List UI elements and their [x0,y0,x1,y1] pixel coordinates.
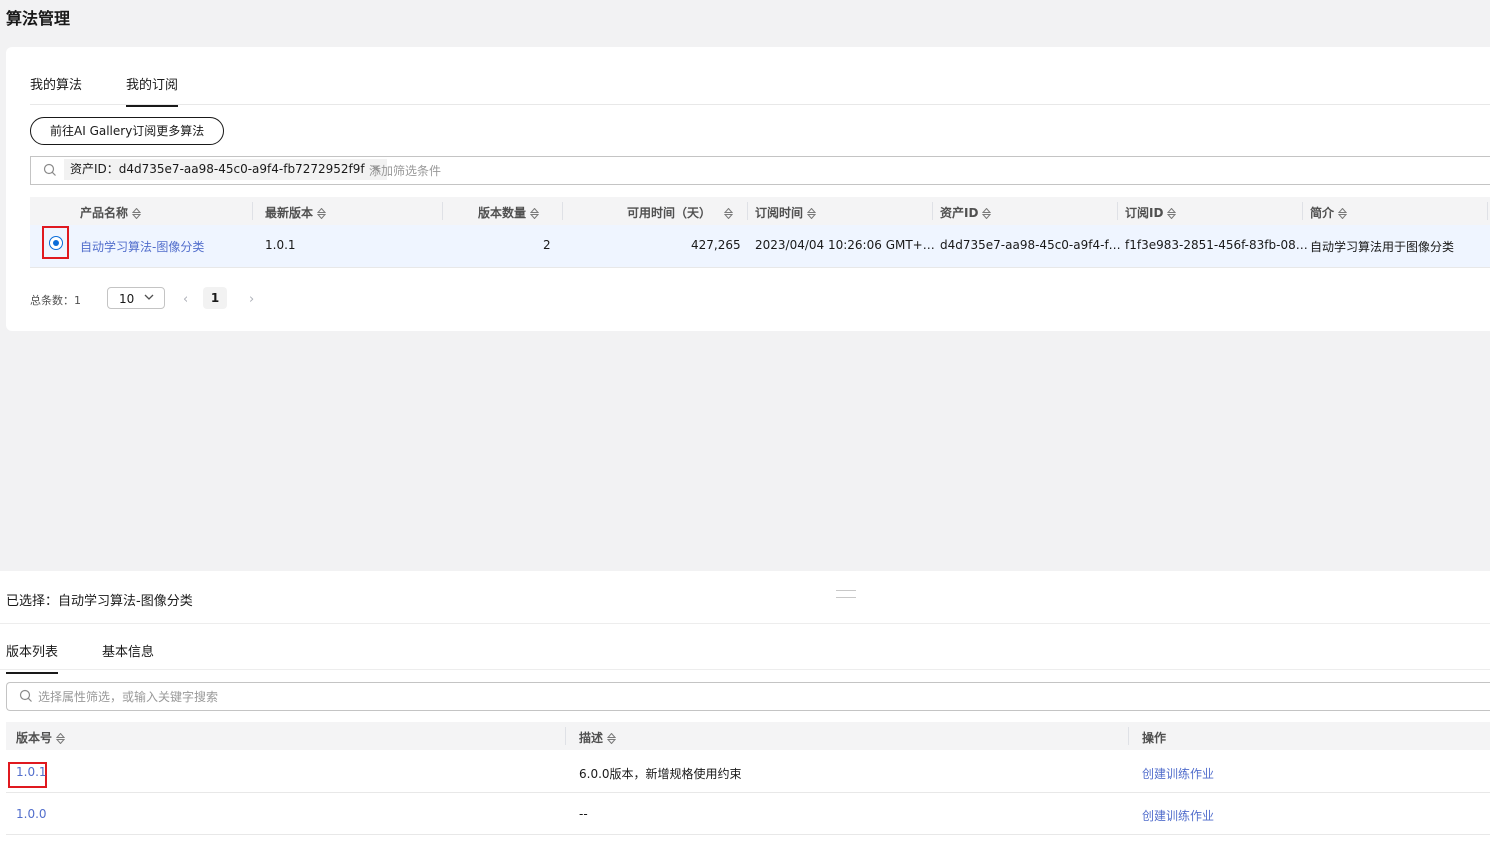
column-header[interactable]: 最新版本 [265,204,327,221]
detail-panel: 已选择：自动学习算法-图像分类 版本列表 基本信息 选择属性筛选，或输入关键字搜… [0,571,1490,857]
total-count: 总条数：1 [30,294,81,307]
page-size-select[interactable]: 10 [107,287,165,309]
tab-my-subscriptions[interactable]: 我的订阅 [126,74,179,107]
sort-icon [1338,208,1348,219]
column-header[interactable]: 描述 [579,729,617,746]
chevron-down-icon [144,294,154,300]
search-icon [19,689,33,706]
create-training-job-link[interactable]: 创建训练作业 [1142,807,1214,824]
drag-handle-icon[interactable] [836,590,856,598]
subscribe-time: 2023/04/04 10:26:06 GMT+… [755,238,935,252]
intro: 自动学习算法用于图像分类 [1310,240,1455,254]
asset-id: d4d735e7-aa98-45c0-a9f4-f… [940,238,1121,252]
column-header[interactable]: 订阅时间 [755,204,817,221]
search-placeholder: 选择属性筛选，或输入关键字搜索 [38,690,219,704]
tab-version-list[interactable]: 版本列表 [6,641,59,674]
sort-icon [607,733,617,744]
latest-version: 1.0.1 [265,238,296,252]
version-table-header: 版本号 描述 操作 [6,722,1490,750]
search-icon [43,163,57,180]
page-title: 算法管理 [6,9,71,28]
version-link[interactable]: 1.0.0 [16,807,47,821]
sort-icon [807,208,817,219]
column-header[interactable]: 版本数量 [478,204,540,221]
filter-chip: 资产ID：d4d735e7-aa98-45c0-a9f4-fb7272952f9… [64,159,387,180]
version-desc: -- [579,807,588,821]
sort-icon [982,208,992,219]
table-row: 1.0.0 -- 创建训练作业 [6,793,1490,835]
column-header[interactable]: 订阅ID [1125,204,1177,221]
sort-icon [1167,208,1177,219]
table-row: 1.0.1 6.0.0版本，新增规格使用约束 创建训练作业 [6,751,1490,793]
row-radio[interactable] [49,236,63,250]
column-header[interactable]: 资产ID [940,204,992,221]
highlight-box [42,226,69,259]
subscription-id: f1f3e983-2851-456f-83fb-08… [1125,238,1308,252]
subscription-card: 我的算法 我的订阅 前往AI Gallery订阅更多算法 资产ID：d4d735… [6,47,1490,331]
version-desc: 6.0.0版本，新增规格使用约束 [579,767,742,781]
column-header: 操作 [1142,731,1167,745]
column-header[interactable]: 简介 [1310,204,1348,221]
next-page-icon[interactable]: › [249,292,254,307]
version-count: 2 [543,238,551,252]
product-name-link[interactable]: 自动学习算法-图像分类 [80,238,204,255]
current-page[interactable]: 1 [203,287,227,309]
sort-icon [317,208,327,219]
sort-icon [132,208,142,219]
tab-basic-info[interactable]: 基本信息 [102,641,154,672]
tab-bar: 我的算法 我的订阅 [30,47,1490,107]
sort-icon [724,208,734,219]
prev-page-icon[interactable]: ‹ [183,292,188,307]
available-days: 427,265 [691,238,741,252]
table-row[interactable]: 自动学习算法-图像分类 1.0.1 2 427,265 2023/04/04 1… [30,225,1490,268]
page-size-value: 10 [119,292,135,306]
detail-tab-bar: 版本列表 基本信息 [0,623,1490,674]
selected-label: 已选择：自动学习算法-图像分类 [6,594,193,609]
filter-placeholder[interactable]: 添加筛选条件 [369,162,441,179]
sort-icon [56,733,66,744]
column-header[interactable]: 产品名称 [80,204,142,221]
go-ai-gallery-button[interactable]: 前往AI Gallery订阅更多算法 [30,117,225,145]
create-training-job-link[interactable]: 创建训练作业 [1142,765,1214,782]
table-header: 产品名称 最新版本 版本数量 可用时间（天） 订阅时间 资产ID 订阅ID 简介 [30,197,1490,225]
version-link[interactable]: 1.0.1 [16,765,47,779]
sort-icon [530,208,540,219]
column-header[interactable]: 版本号 [16,729,66,746]
version-search-input[interactable]: 选择属性筛选，或输入关键字搜索 [6,682,1490,711]
filter-chip-label: 资产ID：d4d735e7-aa98-45c0-a9f4-fb7272952f9… [70,162,365,176]
tab-my-algorithms[interactable]: 我的算法 [30,74,82,105]
filter-bar[interactable]: 资产ID：d4d735e7-aa98-45c0-a9f4-fb7272952f9… [30,156,1490,185]
column-header[interactable]: 可用时间（天） [627,204,734,221]
